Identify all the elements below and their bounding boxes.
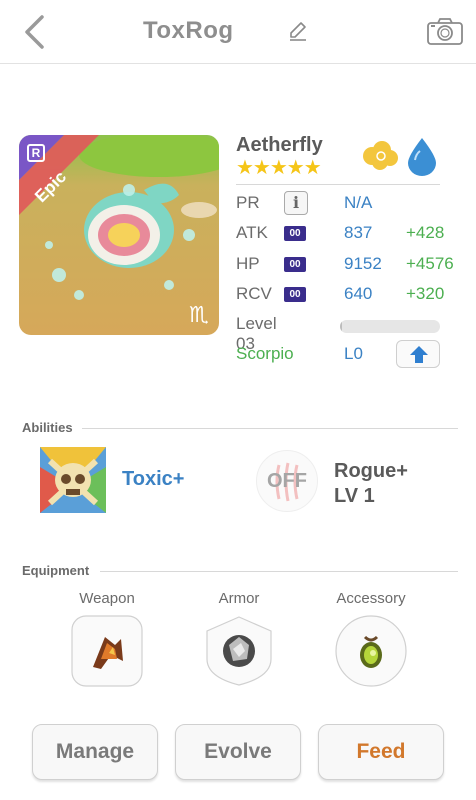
- top-bar: ToxRog: [0, 0, 476, 64]
- armor-slot[interactable]: [203, 615, 275, 687]
- pet-name: Aetherfly: [236, 134, 323, 156]
- secondary-ability-name: Rogue+ LV 1: [334, 459, 408, 509]
- level-progress-bar: [340, 320, 440, 333]
- stat-label-rcv: RCV: [236, 284, 272, 303]
- weapon-slot[interactable]: [71, 615, 143, 687]
- stat-label-atk: ATK: [236, 223, 268, 242]
- stat-value-pr: N/A: [344, 193, 373, 212]
- stat-bonus-atk: +428: [406, 223, 445, 242]
- cloud-icon: [363, 141, 398, 170]
- stat-bonus-rcv: +320: [406, 284, 445, 303]
- equipment-divider: [100, 571, 458, 572]
- skull-ability-icon[interactable]: [40, 447, 106, 513]
- evolve-button[interactable]: Evolve: [175, 724, 301, 780]
- back-chevron-icon[interactable]: [22, 14, 48, 50]
- pencil-edit-icon[interactable]: [287, 20, 309, 42]
- corner-rank-badge: R: [27, 144, 45, 162]
- secondary-ability-title: Rogue+: [334, 460, 408, 482]
- primary-ability-name[interactable]: Toxic+: [122, 468, 184, 491]
- stat-badge-rcv: 00: [284, 287, 306, 302]
- stat-value-atk: 837: [344, 223, 373, 242]
- zodiac-symbol-icon: ♏: [189, 303, 209, 328]
- up-arrow-icon: [410, 346, 428, 363]
- ability-off-state: OFF: [267, 470, 307, 492]
- abilities-section-title: Abilities: [22, 420, 73, 435]
- equipment-label-armor: Armor: [218, 590, 260, 607]
- level-progress-fill: [340, 320, 342, 333]
- equipment-label-weapon: Weapon: [79, 590, 135, 607]
- camera-icon[interactable]: [426, 16, 464, 46]
- info-icon[interactable]: i: [284, 191, 308, 215]
- upgrade-sign-button[interactable]: [396, 340, 440, 368]
- water-drop-icon: [408, 138, 436, 176]
- stat-value-rcv: 640: [344, 284, 373, 303]
- stat-badge-atk: 00: [284, 226, 306, 241]
- armor-icon: [223, 635, 255, 667]
- zodiac-level-value: L0: [344, 344, 363, 363]
- manage-button[interactable]: Manage: [32, 724, 158, 780]
- stat-label-pr: PR: [236, 193, 260, 212]
- abilities-divider: [82, 428, 458, 429]
- page-title: ToxRog: [143, 17, 234, 44]
- star-rating: ★★★★★: [236, 157, 322, 179]
- secondary-ability-level: LV 1: [334, 485, 375, 507]
- feed-button[interactable]: Feed: [318, 724, 444, 780]
- stat-bonus-hp: +4576: [406, 254, 454, 273]
- accessory-slot[interactable]: [335, 615, 407, 687]
- zodiac-sign-label: Scorpio: [236, 344, 294, 363]
- pet-portrait[interactable]: Epic R ♏: [19, 135, 219, 335]
- stat-badge-hp: 00: [284, 257, 306, 272]
- element-icons: [363, 138, 436, 176]
- stat-value-hp: 9152: [344, 254, 382, 273]
- stat-label-hp: HP: [236, 254, 260, 273]
- equipment-section-title: Equipment: [22, 563, 90, 578]
- equipment-label-accessory: Accessory: [336, 590, 406, 607]
- name-divider: [236, 184, 440, 185]
